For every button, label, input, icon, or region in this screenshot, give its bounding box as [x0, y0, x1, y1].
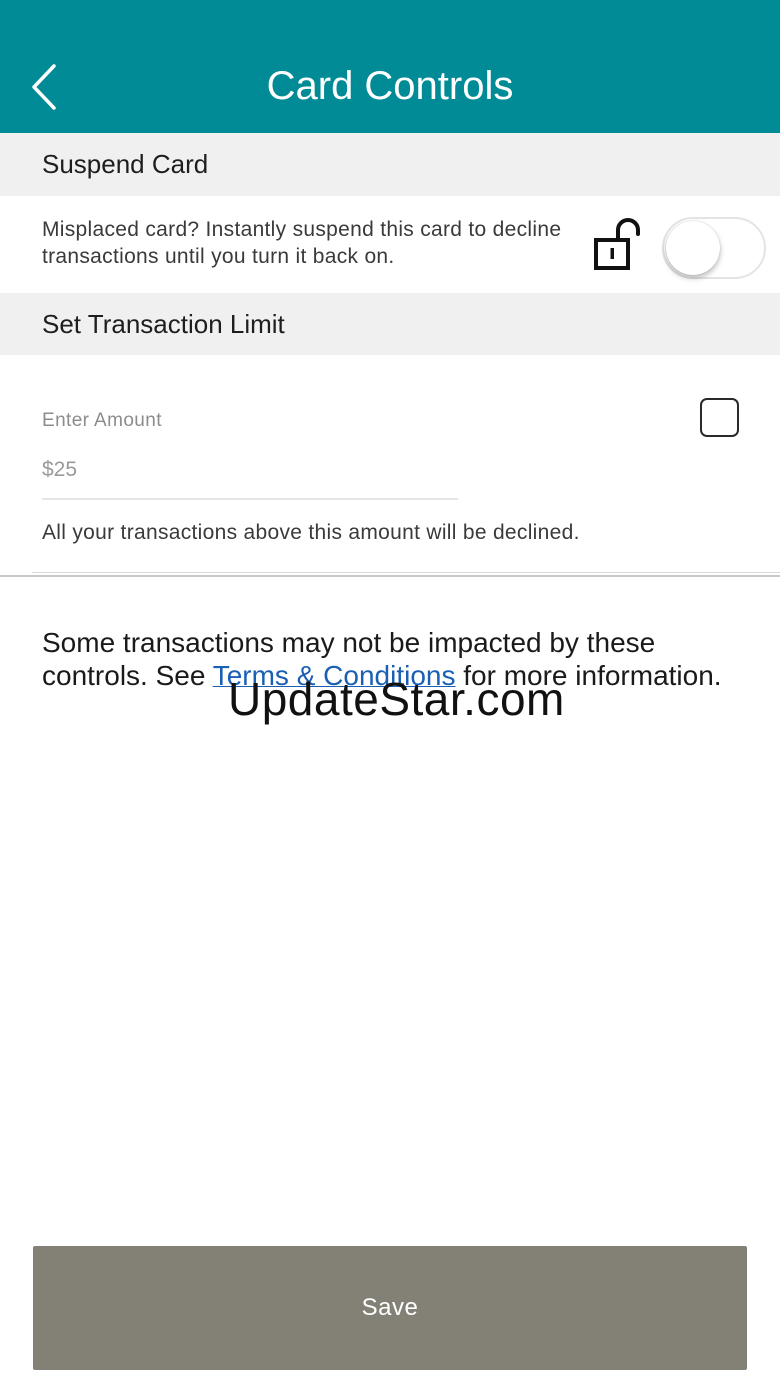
amount-input-underline [42, 498, 458, 500]
transaction-limit-note: All your transactions above this amount … [42, 521, 580, 544]
suspend-card-section-header: Suspend Card [0, 133, 780, 196]
toggle-knob [666, 221, 720, 275]
app-header: Card Controls [0, 0, 780, 133]
suspend-card-description: Misplaced card? Instantly suspend this c… [42, 218, 562, 268]
save-button[interactable]: Save [33, 1246, 747, 1370]
lock-open-icon [594, 218, 640, 270]
transaction-limit-section-header: Set Transaction Limit [0, 293, 780, 355]
suspend-card-toggle[interactable] [662, 217, 766, 279]
page-title: Card Controls [266, 64, 514, 108]
transaction-limit-checkbox[interactable] [700, 398, 739, 437]
amount-input-label: Enter Amount [42, 410, 162, 431]
amount-input[interactable] [42, 444, 458, 496]
disclaimer-text: Some transactions may not be impacted by… [42, 626, 742, 692]
terms-conditions-link[interactable]: Terms & Conditions [213, 660, 456, 691]
divider [32, 572, 780, 573]
divider [0, 575, 780, 577]
disclaimer-text-after: for more information. [455, 660, 722, 691]
